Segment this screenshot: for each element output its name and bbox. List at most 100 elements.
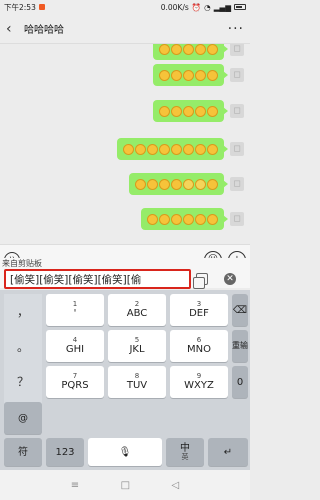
message-bubble[interactable] xyxy=(141,208,228,230)
message-bubble[interactable] xyxy=(117,138,228,160)
chat-area[interactable]: ◻ ◻ ◻ ◻ ◻ ◻ xyxy=(0,44,250,244)
emoji-icon xyxy=(135,178,146,190)
emoji-icon xyxy=(207,143,218,155)
message-row: ◻ xyxy=(129,173,244,195)
key-label: JKL xyxy=(129,344,145,355)
message-bubble[interactable] xyxy=(129,173,228,195)
key-8[interactable]: 8 TUV xyxy=(108,366,166,398)
chat-title: 哈哈哈哈 xyxy=(24,25,64,36)
key-1[interactable]: 1 ' xyxy=(46,294,104,326)
space-key[interactable]: 🎙 xyxy=(88,438,162,466)
system-nav-bar: ≡ □ ◁ xyxy=(0,470,250,500)
emoji-icon xyxy=(207,213,218,225)
key-7[interactable]: 7 PQRS xyxy=(46,366,104,398)
message-bubble[interactable] xyxy=(153,100,228,122)
clipboard-panel: 来自剪贴板 [偷笑][偷笑][偷笑][偷笑][偷 ✕ xyxy=(0,258,250,289)
clipboard-suggestion[interactable]: [偷笑][偷笑][偷笑][偷笑][偷 xyxy=(4,269,191,289)
key-6[interactable]: 6 MNO xyxy=(170,330,228,362)
symbol-label: 符 xyxy=(18,446,28,458)
avatar[interactable]: ◻ xyxy=(230,104,244,118)
net-speed: 0.00K/s xyxy=(160,2,189,12)
key-label: ' xyxy=(73,308,77,319)
status-time: 下午2:53 xyxy=(4,2,36,12)
avatar[interactable]: ◻ xyxy=(230,177,244,191)
avatar[interactable]: ◻ xyxy=(230,212,244,226)
enter-key[interactable]: ↵ xyxy=(208,438,248,466)
key-label: DEF xyxy=(189,308,209,319)
message-row: ◻ xyxy=(141,208,244,230)
key-number: 7 xyxy=(72,372,78,380)
emoji-icon xyxy=(195,213,206,225)
more-dots-icon[interactable]: ··· xyxy=(228,21,244,37)
avatar[interactable]: ◻ xyxy=(230,68,244,82)
message-bubble[interactable] xyxy=(153,44,228,60)
emoji-icon xyxy=(159,44,170,55)
emoji-icon xyxy=(183,69,194,81)
at-key[interactable]: @ xyxy=(4,402,42,434)
emoji-icon xyxy=(207,44,218,55)
emoji-icon xyxy=(207,178,218,190)
key-number: 5 xyxy=(134,336,140,344)
key-number: 1 xyxy=(72,300,78,308)
emoji-icon xyxy=(195,44,206,55)
numbers-label: 123 xyxy=(55,446,75,458)
backspace-key[interactable]: ⌫ xyxy=(232,294,248,326)
key-number: 8 xyxy=(134,372,140,380)
emoji-icon xyxy=(159,143,170,155)
emoji-icon xyxy=(195,143,206,155)
message-row: ◻ xyxy=(117,138,244,160)
sunglasses-emoji-icon xyxy=(183,178,194,190)
emoji-icon xyxy=(183,105,194,117)
emoji-icon xyxy=(171,105,182,117)
chat-header: ‹ 哈哈哈哈 ··· xyxy=(0,14,250,44)
avatar[interactable]: ◻ xyxy=(230,142,244,156)
renew-key[interactable]: 重输 xyxy=(232,330,248,362)
emoji-icon xyxy=(195,105,206,117)
zero-label: 0 xyxy=(236,376,244,388)
status-bar: 下午2:53 0.00K/s ⏰ ◔ ▂▄▆ xyxy=(0,0,250,14)
emoji-icon xyxy=(159,105,170,117)
copy-icon[interactable] xyxy=(193,273,208,289)
message-row: ◻ xyxy=(153,64,244,86)
emoji-icon xyxy=(183,44,194,55)
key-label: GHI xyxy=(65,344,85,355)
at-label: @ xyxy=(18,412,28,424)
symbol-key-fu[interactable]: 符 xyxy=(4,438,42,466)
enter-icon: ↵ xyxy=(223,446,233,458)
message-bubble[interactable] xyxy=(153,64,228,86)
symbol-key[interactable]: ？ xyxy=(4,364,42,399)
signal-icon: ▂▄▆ xyxy=(213,2,231,12)
key-3[interactable]: 3 DEF xyxy=(170,294,228,326)
emoji-icon xyxy=(183,143,194,155)
lang-key[interactable]: 中 英 xyxy=(166,438,204,466)
emoji-icon xyxy=(171,178,182,190)
numbers-key[interactable]: 123 xyxy=(46,438,84,466)
lang-sub-label: 英 xyxy=(181,453,189,461)
clipboard-text: [偷笑][偷笑][偷笑][偷笑][偷 xyxy=(10,273,142,286)
message-row: ◻ xyxy=(153,100,244,122)
emoji-icon xyxy=(171,143,182,155)
back-icon[interactable]: ◁ xyxy=(172,480,180,491)
key-2[interactable]: 2 ABC xyxy=(108,294,166,326)
home-icon[interactable]: □ xyxy=(121,480,130,491)
emoji-icon xyxy=(207,69,218,81)
back-arrow-icon[interactable]: ‹ xyxy=(6,21,20,37)
close-icon[interactable]: ✕ xyxy=(224,273,236,285)
avatar[interactable]: ◻ xyxy=(230,44,244,56)
symbol-key[interactable]: 。 xyxy=(4,329,42,364)
key-4[interactable]: 4 GHI xyxy=(46,330,104,362)
key-9[interactable]: 9 WXYZ xyxy=(170,366,228,398)
keyboard: ， 。 ？ ！ 1 ' 2 ABC 3 DEF ⌫ 4 GHI 5 JKL 6 … xyxy=(0,290,250,470)
emoji-icon xyxy=(159,178,170,190)
emoji-icon xyxy=(171,44,182,55)
menu-icon[interactable]: ≡ xyxy=(71,480,79,491)
emoji-icon xyxy=(195,69,206,81)
key-label: TUV xyxy=(126,380,148,391)
zero-key[interactable]: 0 xyxy=(232,366,248,398)
emoji-icon xyxy=(147,213,158,225)
symbol-key[interactable]: ， xyxy=(4,294,42,329)
emoji-icon xyxy=(171,69,182,81)
notification-icon xyxy=(38,4,45,10)
key-number: 4 xyxy=(72,336,78,344)
key-5[interactable]: 5 JKL xyxy=(108,330,166,362)
